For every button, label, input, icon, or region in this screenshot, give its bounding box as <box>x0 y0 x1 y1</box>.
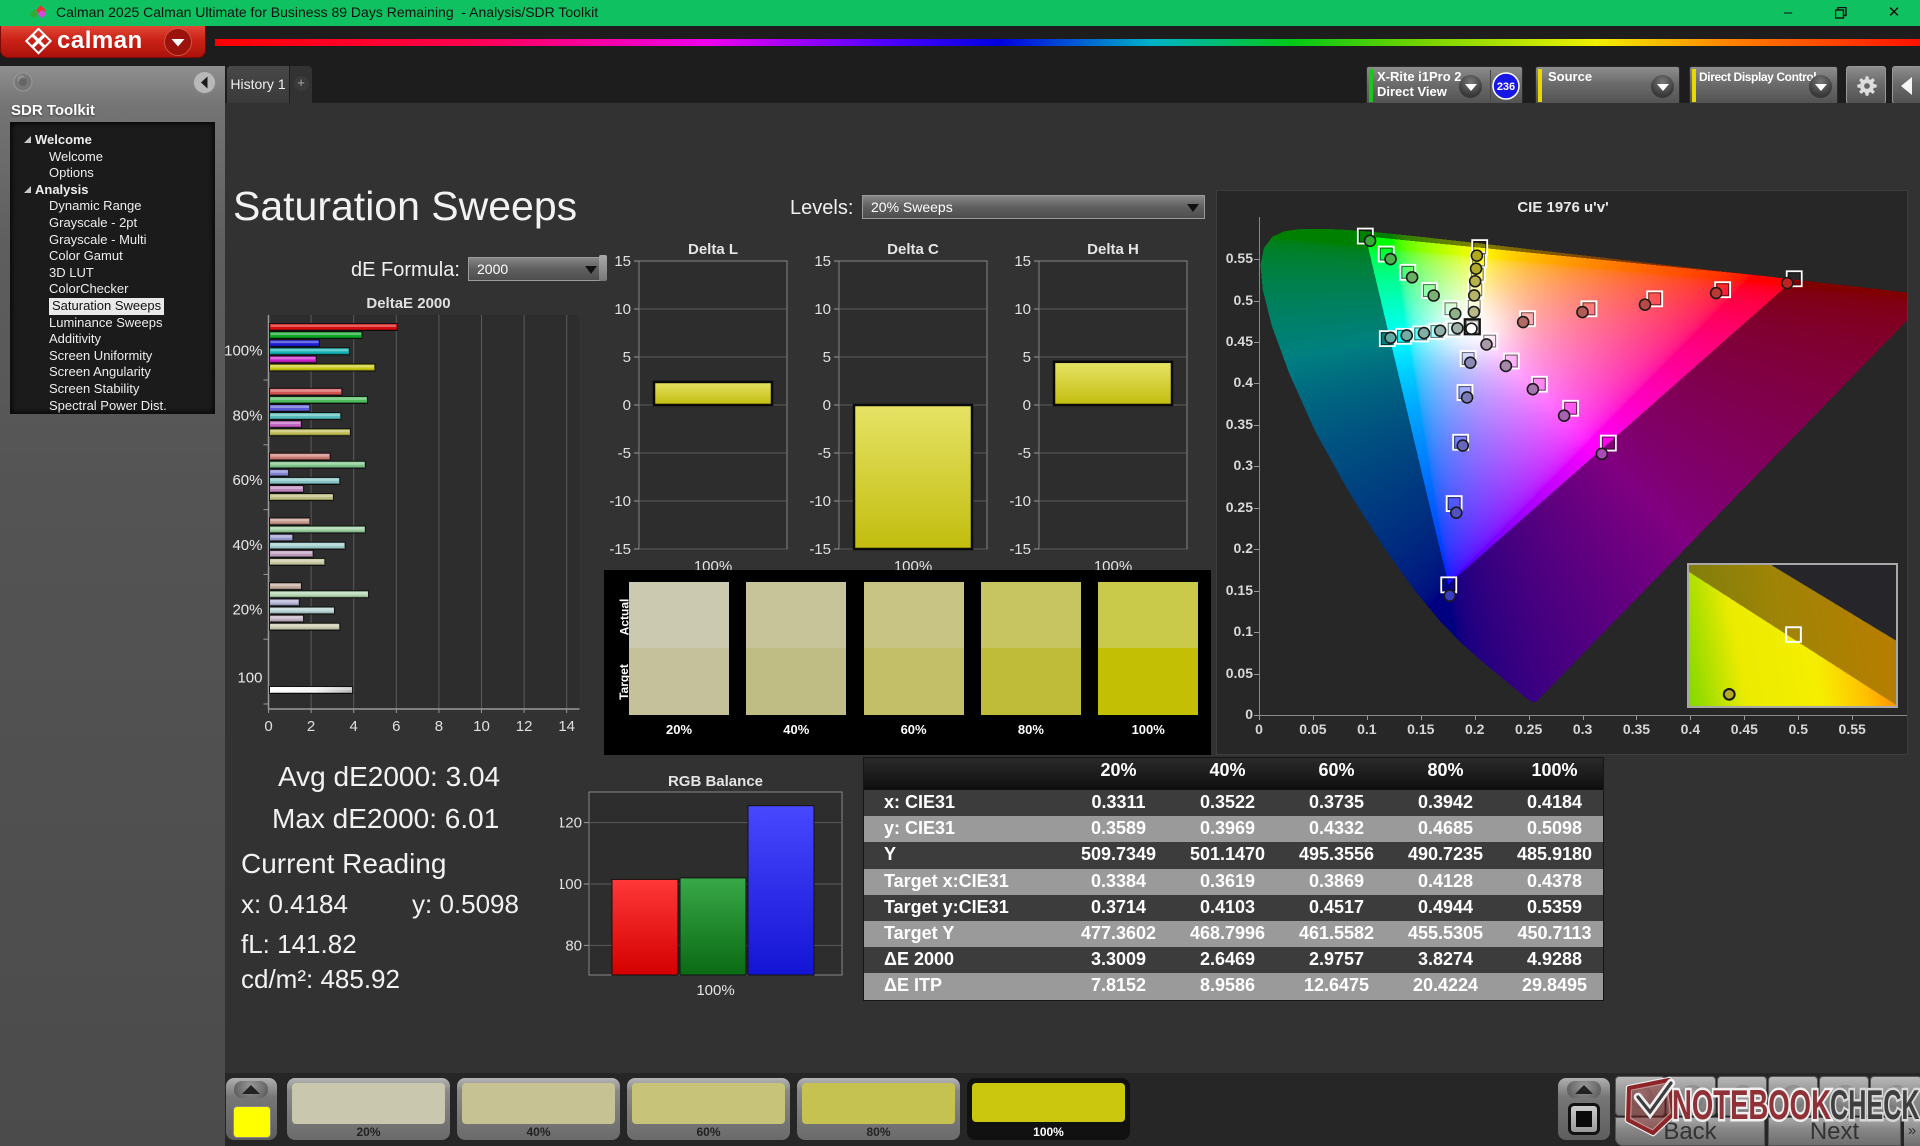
svg-text:14: 14 <box>558 718 575 735</box>
svg-text:-10: -10 <box>809 493 831 510</box>
svg-text:100: 100 <box>237 670 262 687</box>
svg-text:0: 0 <box>1023 397 1031 414</box>
svg-text:-10: -10 <box>1009 493 1031 510</box>
svg-text:2: 2 <box>307 718 315 735</box>
svg-text:10: 10 <box>814 301 831 318</box>
svg-text:6: 6 <box>392 718 400 735</box>
svg-text:100: 100 <box>560 876 582 893</box>
svg-text:5: 5 <box>823 349 831 366</box>
svg-text:CHECK: CHECK <box>1830 1083 1920 1129</box>
svg-text:15: 15 <box>814 253 831 270</box>
svg-text:120: 120 <box>560 815 582 832</box>
svg-text:0: 0 <box>823 397 831 414</box>
svg-text:0: 0 <box>623 397 631 414</box>
svg-text:-15: -15 <box>1009 541 1031 558</box>
svg-text:-5: -5 <box>618 445 631 462</box>
svg-text:20%: 20% <box>232 602 262 619</box>
svg-text:12: 12 <box>516 718 533 735</box>
svg-text:80: 80 <box>565 937 582 954</box>
svg-text:5: 5 <box>1023 349 1031 366</box>
svg-text:60%: 60% <box>232 472 262 489</box>
svg-text:100%: 100% <box>225 343 263 360</box>
svg-text:8: 8 <box>435 718 443 735</box>
svg-text:-15: -15 <box>610 541 631 558</box>
svg-text:Delta C: Delta C <box>887 241 939 258</box>
svg-text:0: 0 <box>264 718 272 735</box>
svg-text:10: 10 <box>473 718 490 735</box>
svg-text:-5: -5 <box>1018 445 1031 462</box>
svg-text:40%: 40% <box>232 537 262 554</box>
svg-text:10: 10 <box>1014 301 1031 318</box>
svg-text:100%: 100% <box>696 982 734 999</box>
svg-text:NOTEBOOK: NOTEBOOK <box>1672 1081 1831 1128</box>
svg-text:-15: -15 <box>809 541 831 558</box>
svg-text:5: 5 <box>623 349 631 366</box>
svg-text:4: 4 <box>350 718 358 735</box>
svg-text:Delta L: Delta L <box>688 241 738 258</box>
svg-text:10: 10 <box>614 301 631 318</box>
svg-text:80%: 80% <box>232 407 262 424</box>
svg-text:Delta H: Delta H <box>1087 241 1139 258</box>
svg-text:236: 236 <box>1497 81 1515 93</box>
svg-text:15: 15 <box>1014 253 1031 270</box>
svg-text:15: 15 <box>614 253 631 270</box>
svg-text:RGB Balance: RGB Balance <box>668 775 763 790</box>
svg-text:DeltaE 2000: DeltaE 2000 <box>366 295 450 312</box>
svg-text:-10: -10 <box>610 493 631 510</box>
svg-text:-5: -5 <box>818 445 831 462</box>
